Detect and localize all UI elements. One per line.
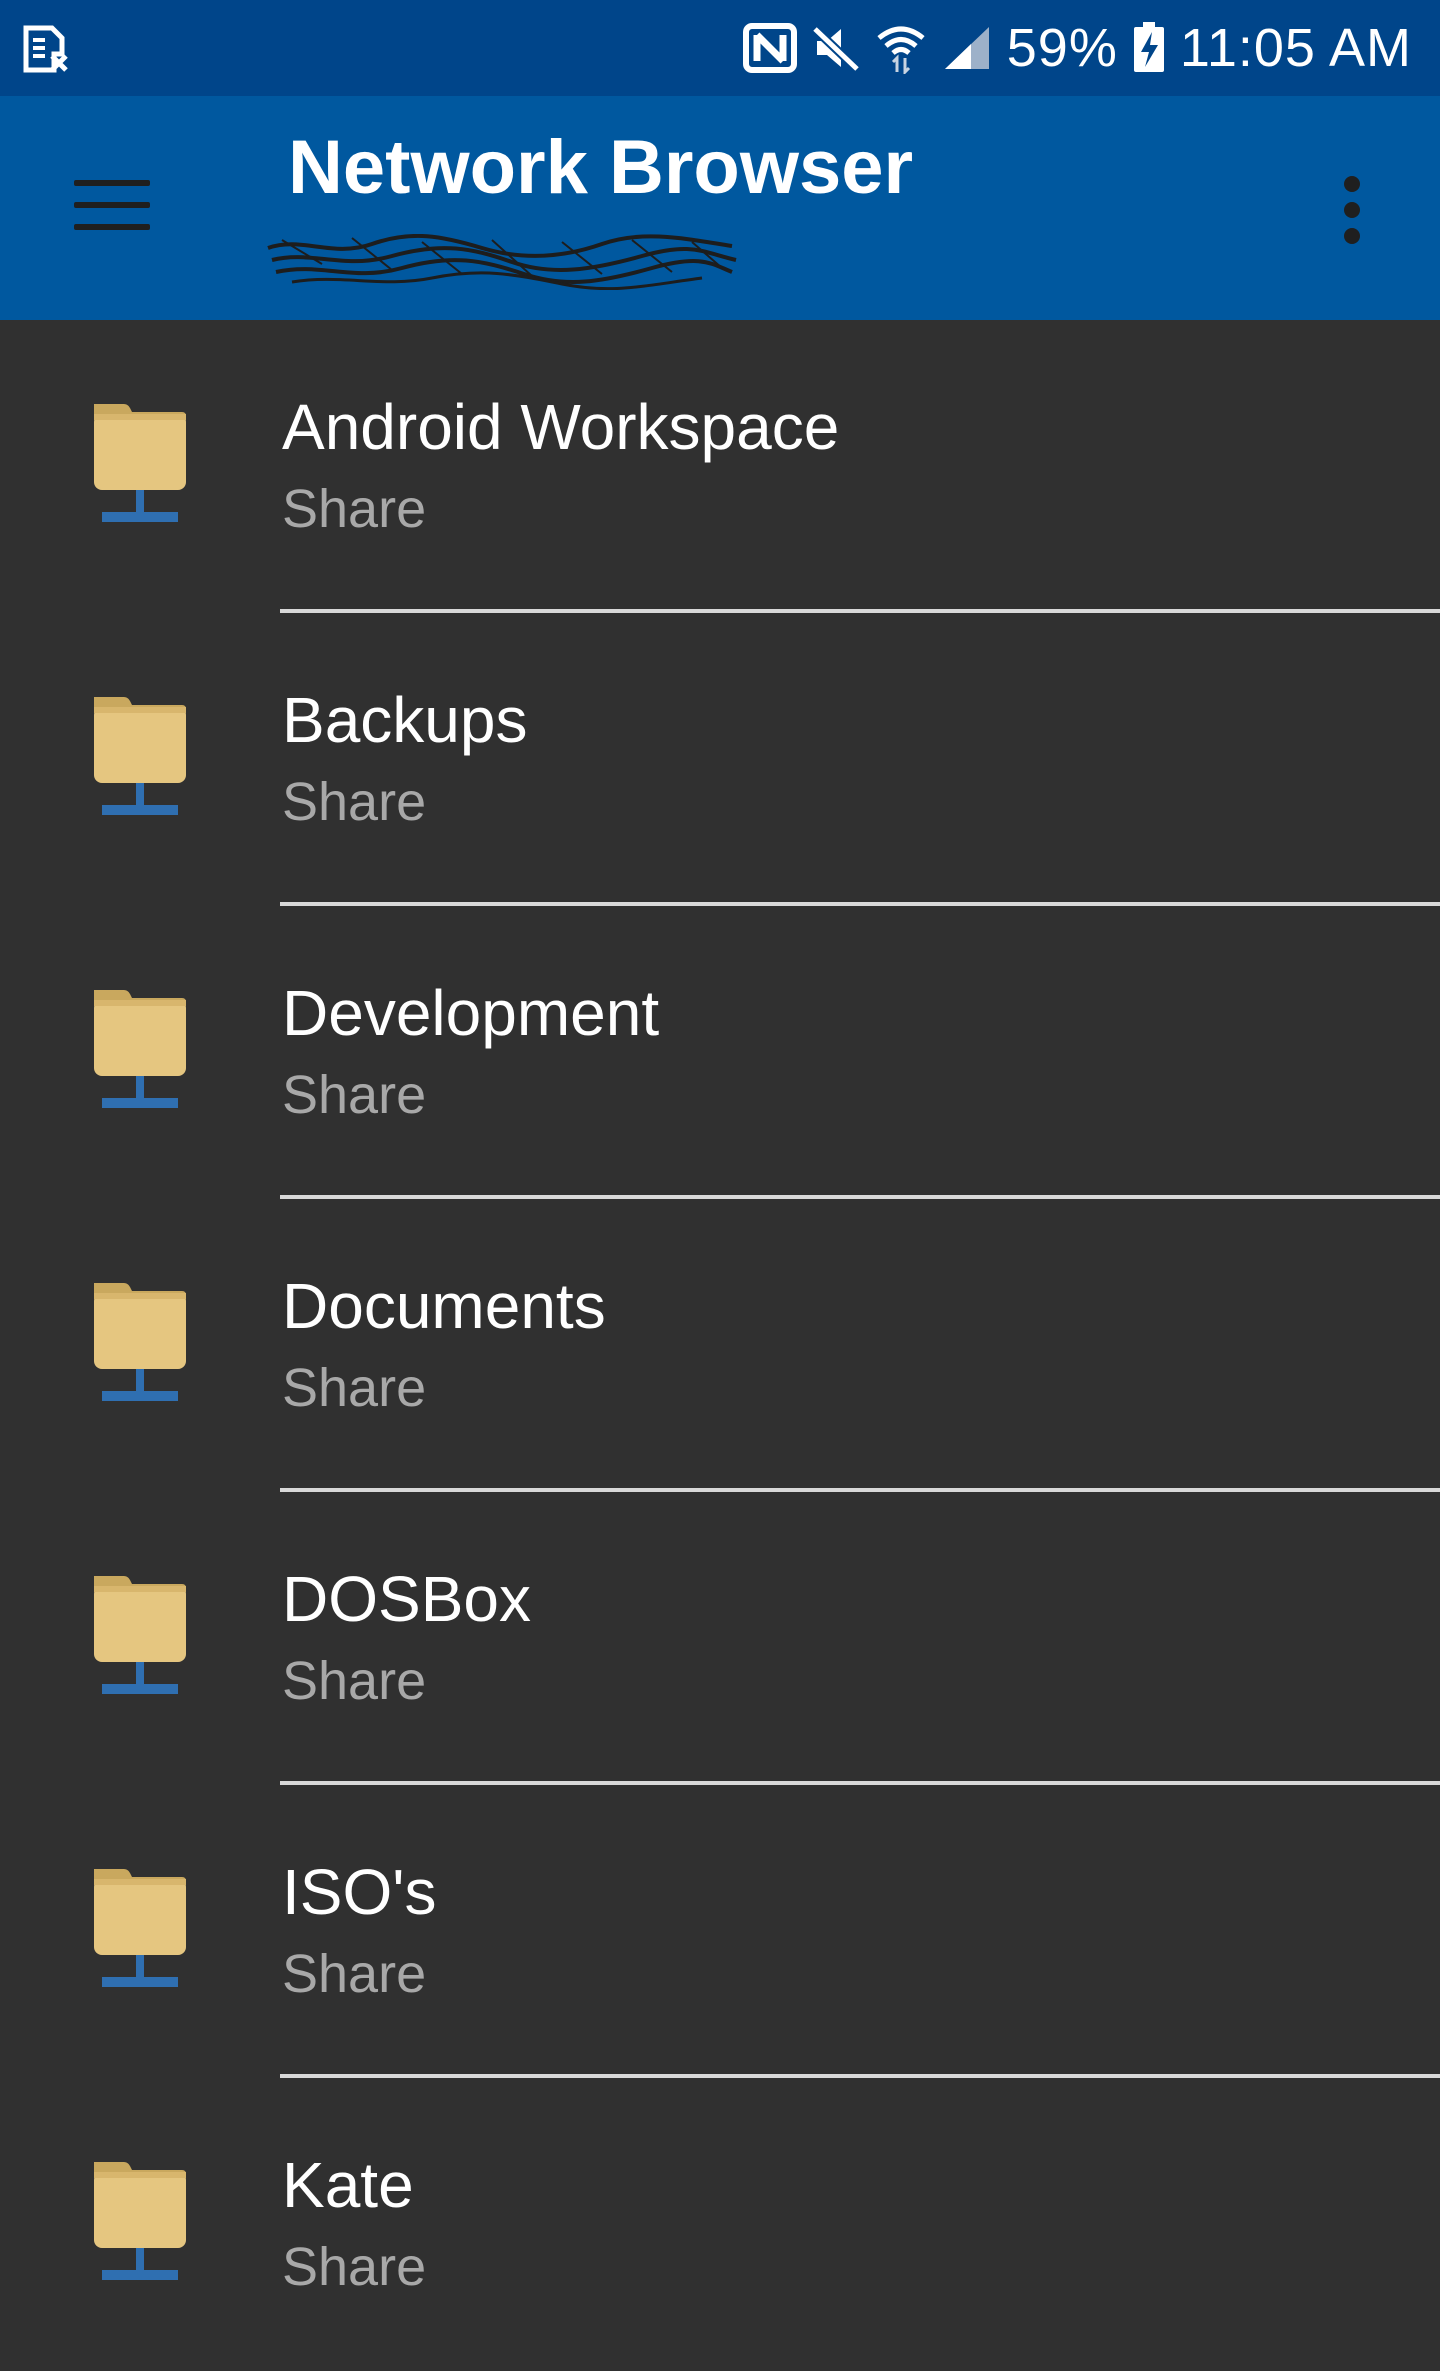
clock: 11:05 AM xyxy=(1179,18,1412,78)
share-name: Kate xyxy=(282,2149,414,2221)
list-item[interactable]: DOSBox Share xyxy=(0,1492,1440,1785)
share-type: Share xyxy=(282,2237,427,2297)
network-folder-icon xyxy=(94,697,186,815)
network-folder-icon xyxy=(94,404,186,522)
network-folder-icon xyxy=(94,1283,186,1401)
network-folder-icon xyxy=(94,1869,186,1987)
share-type: Share xyxy=(282,1944,427,2004)
list-item[interactable]: Backups Share xyxy=(0,613,1440,906)
mute-icon xyxy=(811,25,860,73)
list-item[interactable]: Documents Share xyxy=(0,1199,1440,1492)
sim-card-error-icon xyxy=(23,25,68,73)
hamburger-menu-icon[interactable] xyxy=(70,176,154,236)
share-name: Documents xyxy=(282,1270,606,1342)
network-folder-icon xyxy=(94,2162,186,2280)
share-type: Share xyxy=(282,1358,427,1418)
list-item[interactable]: Android Workspace Share xyxy=(0,320,1440,613)
share-name: DOSBox xyxy=(282,1563,531,1635)
more-vert-icon[interactable] xyxy=(1326,168,1378,252)
list-item[interactable]: Development Share xyxy=(0,906,1440,1199)
share-name: Development xyxy=(282,977,660,1049)
share-type: Share xyxy=(282,1651,427,1711)
list-item[interactable]: Kate Share xyxy=(0,2078,1440,2371)
nfc-icon xyxy=(742,23,797,73)
redacted-subtitle xyxy=(267,234,737,290)
page-title: Network Browser xyxy=(288,125,914,210)
signal-icon xyxy=(944,27,989,69)
share-type: Share xyxy=(282,772,427,832)
share-type: Share xyxy=(282,1065,427,1125)
share-type: Share xyxy=(282,479,427,539)
battery-percent: 59% xyxy=(1006,18,1118,78)
status-bar: 59% 11:05 AM xyxy=(0,0,1440,96)
battery-charging-icon xyxy=(1133,22,1164,72)
share-name: Backups xyxy=(282,684,528,756)
wifi-icon xyxy=(877,26,925,74)
share-list: Android Workspace Share Backups Share De… xyxy=(0,320,1440,2355)
status-icons: 59% 11:05 AM xyxy=(742,0,1412,96)
network-folder-icon xyxy=(94,990,186,1108)
share-name: Android Workspace xyxy=(282,391,840,463)
share-name: ISO's xyxy=(282,1856,437,1928)
network-folder-icon xyxy=(94,1576,186,1694)
list-item[interactable]: ISO's Share xyxy=(0,1785,1440,2078)
